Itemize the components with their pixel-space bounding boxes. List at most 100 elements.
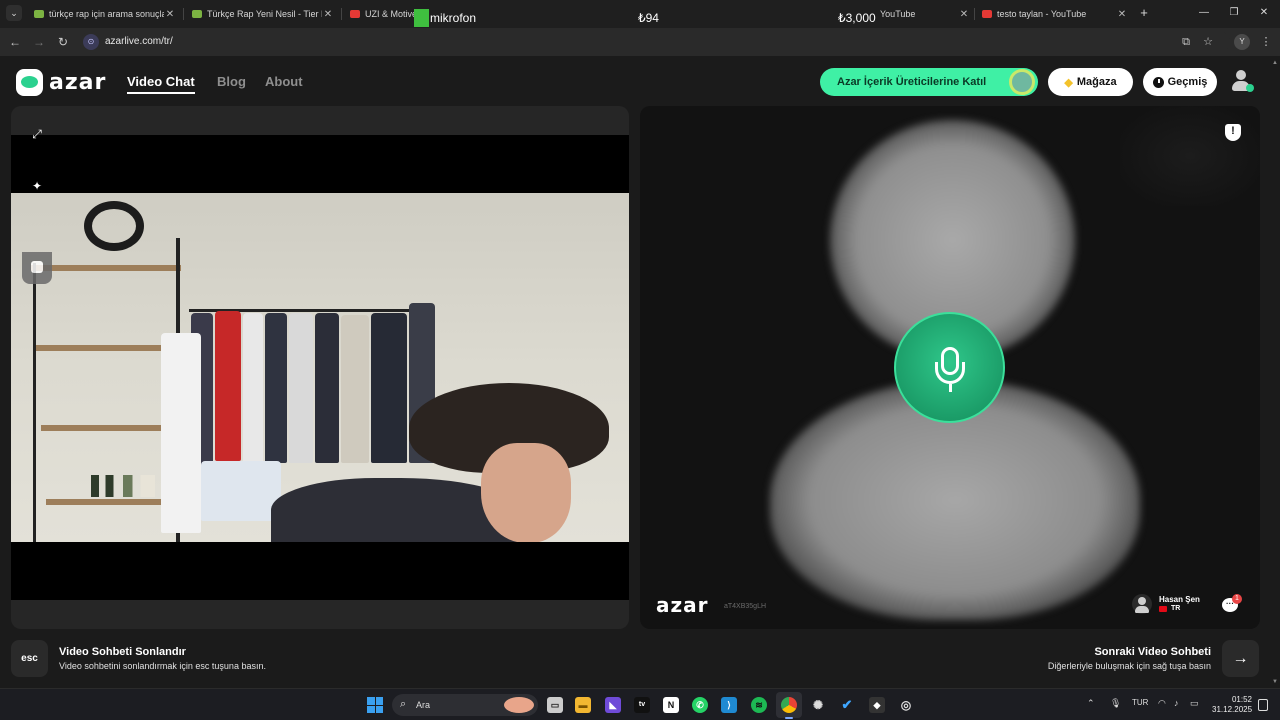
browser-tab[interactable]: Türkçe Rap Yeni Nesil - Tier List ✕ — [192, 4, 334, 24]
clothing — [289, 313, 313, 463]
tab-close-icon[interactable]: ✕ — [958, 9, 970, 20]
white-shirt — [161, 333, 201, 533]
clothing — [315, 313, 339, 463]
azar-logo-icon — [16, 68, 43, 96]
chrome-icon[interactable] — [781, 697, 797, 719]
face-filter-button[interactable] — [22, 252, 52, 284]
report-shield-icon[interactable]: ! — [1224, 124, 1242, 142]
close-window-icon[interactable]: ✕ — [1256, 5, 1272, 21]
wifi-icon[interactable]: ◠ — [1158, 698, 1166, 709]
taskbar-search[interactable]: ⌕ Ara — [392, 694, 538, 716]
notification-bell-icon[interactable] — [1258, 699, 1268, 711]
minimize-icon[interactable]: — — [1196, 5, 1212, 21]
windows-start-icon[interactable] — [367, 697, 383, 713]
taskbar-clock[interactable]: 01:52 31.12.2025 — [1212, 695, 1252, 715]
omnibox[interactable] — [80, 31, 1230, 53]
todo-check-icon[interactable]: ✔ — [839, 697, 855, 713]
taskbar-search-placeholder: Ara — [416, 700, 431, 710]
browser-tab[interactable]: türkçe rap için arama sonuçları ✕ — [34, 4, 176, 24]
effects-sparkle-icon[interactable]: ✦ — [28, 177, 46, 195]
store-label: Mağaza — [1076, 76, 1117, 88]
history-button[interactable]: Geçmiş — [1143, 68, 1217, 96]
restore-icon[interactable]: ❐ — [1226, 5, 1242, 21]
new-tab-icon[interactable]: + — [1137, 5, 1151, 21]
clock-date: 31.12.2025 — [1212, 705, 1253, 714]
end-chat-title: Video Sohbeti Sonlandır — [59, 646, 186, 658]
end-chat-esc-button[interactable]: esc — [11, 640, 48, 677]
nav-video-chat[interactable]: Video Chat — [127, 74, 195, 89]
reload-icon[interactable]: ↻ — [55, 34, 71, 50]
profile-avatar[interactable]: Y — [1234, 34, 1250, 50]
azar-logo[interactable]: azar — [16, 68, 106, 96]
tab-title: türkçe rap için arama sonuçları — [49, 9, 164, 19]
tab-favicon-icon — [192, 10, 202, 18]
clothing — [341, 315, 369, 463]
peer-panel-logo: azar — [656, 593, 709, 617]
chat-button[interactable]: ··· 1 — [1220, 594, 1242, 616]
browser-tab[interactable]: testo taylan - YouTube ✕ — [982, 4, 1128, 24]
user-avatar[interactable] — [1230, 70, 1254, 94]
volume-icon[interactable]: ♪ — [1174, 698, 1179, 708]
self-video-panel: ⤢ ✦ — [11, 106, 629, 629]
apple-tv-icon[interactable]: tv — [634, 697, 650, 713]
turkey-flag-icon — [1159, 606, 1167, 612]
youtube-favicon-icon — [982, 10, 992, 18]
shelf — [31, 265, 181, 271]
shelf — [36, 345, 176, 351]
tab-close-icon[interactable]: ✕ — [164, 9, 176, 20]
tray-mic-icon[interactable]: 🎙︎ — [1110, 698, 1121, 709]
browser-menu-icon[interactable]: ⋮ — [1259, 35, 1273, 49]
file-explorer-icon[interactable]: ▬ — [575, 697, 591, 713]
tab-search-menu-icon[interactable]: ⌄ — [6, 5, 22, 21]
bookmark-star-icon[interactable]: ☆ — [1201, 35, 1215, 49]
spotify-icon[interactable]: ≋ — [751, 697, 767, 713]
forward-icon[interactable]: → — [31, 34, 47, 50]
install-app-icon[interactable]: ⧉ — [1179, 35, 1193, 49]
clothing — [243, 313, 263, 463]
vscode-icon[interactable]: ⟩ — [721, 697, 737, 713]
obs-icon[interactable]: ◎ — [898, 697, 914, 713]
end-chat-subtitle: Video sohbetini sonlandırmak için esc tu… — [59, 661, 266, 671]
tab-close-icon[interactable]: ✕ — [322, 9, 334, 20]
chatgpt-icon[interactable]: ✺ — [810, 697, 826, 713]
nav-blog[interactable]: Blog — [217, 74, 246, 89]
next-chat-arrow-button[interactable]: → — [1222, 640, 1259, 677]
store-button[interactable]: ◆ Mağaza — [1048, 68, 1133, 96]
clothing — [265, 313, 287, 463]
whatsapp-icon[interactable]: ✆ — [692, 697, 708, 713]
creator-cta-label: Azar İçerik Üreticilerine Katıl — [837, 76, 987, 88]
site-info-icon[interactable]: ⊙ — [83, 34, 99, 50]
clock-time: 01:52 — [1231, 695, 1252, 704]
notion-icon[interactable]: N — [663, 697, 679, 713]
nav-about[interactable]: About — [265, 74, 303, 89]
expand-icon[interactable]: ⤢ — [28, 125, 46, 143]
task-view-icon[interactable]: ▭ — [547, 697, 563, 713]
tray-overflow-icon[interactable]: ⌃ — [1087, 698, 1095, 709]
browser-tab[interactable]: UZI & Motive — [350, 4, 414, 24]
self-camera-feed — [11, 193, 629, 542]
creator-cta-button[interactable]: Azar İçerik Üreticilerine Katıl — [820, 68, 1038, 96]
overlay-marker — [414, 9, 429, 27]
overlay-price: ₺3,000 — [838, 11, 876, 25]
tab-title: testo taylan - YouTube — [997, 9, 1087, 19]
page-scrollbar[interactable] — [1270, 56, 1280, 688]
app-icon[interactable]: ◣ — [605, 697, 621, 713]
gem-icon: ◆ — [1064, 76, 1073, 89]
battery-icon[interactable]: ▭ — [1190, 698, 1199, 709]
scroll-down-arrow-icon[interactable]: ▼ — [1272, 679, 1278, 685]
logo-text: azar — [49, 69, 107, 95]
tab-title: Türkçe Rap Yeni Nesil - Tier List — [207, 9, 322, 19]
input-language[interactable]: TUR — [1132, 698, 1148, 707]
overlay-price: ₺94 — [638, 11, 659, 25]
tab-separator — [183, 8, 184, 20]
peer-country: TR — [1171, 605, 1181, 612]
back-icon[interactable]: ← — [7, 34, 23, 50]
app-icon[interactable]: ◆ — [869, 697, 885, 713]
face-filter-icon — [31, 261, 43, 273]
url-text[interactable]: azarlive.com/tr/ — [105, 36, 173, 47]
tab-separator — [341, 8, 342, 20]
scroll-up-arrow-icon[interactable]: ▲ — [1272, 60, 1278, 66]
tab-close-icon[interactable]: ✕ — [1116, 9, 1128, 20]
browser-tab[interactable]: YouTube ✕ — [880, 4, 970, 24]
peer-name: Hasan Şen — [1159, 595, 1200, 604]
